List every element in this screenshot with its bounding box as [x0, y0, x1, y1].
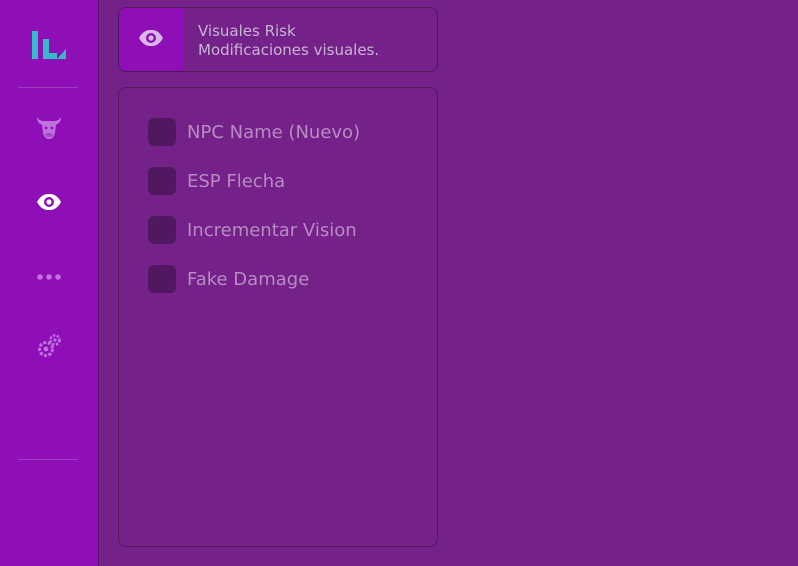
sidebar-divider-top [18, 87, 78, 88]
option-label: Fake Damage [187, 268, 310, 290]
checkbox[interactable] [148, 265, 176, 293]
section-subtitle: Modificaciones visuales. [198, 41, 380, 59]
option-label: ESP Flecha [187, 170, 286, 192]
checkbox[interactable] [148, 216, 176, 244]
sidebar-item-visuals[interactable] [0, 184, 98, 224]
bull-icon [35, 115, 63, 145]
checkbox[interactable] [148, 118, 176, 146]
sidebar-item-settings[interactable] [0, 328, 98, 368]
sidebar-item-more[interactable] [0, 255, 98, 295]
option-label: NPC Name (Nuevo) [187, 121, 361, 143]
option-incrementar-vision[interactable]: Incrementar Vision [148, 215, 357, 245]
option-esp-flecha[interactable]: ESP Flecha [148, 166, 285, 196]
option-label: Incrementar Vision [187, 219, 357, 241]
sidebar-divider-bottom [18, 459, 78, 460]
header-icon-box [119, 8, 183, 71]
option-npc-name[interactable]: NPC Name (Nuevo) [148, 117, 360, 147]
checkbox[interactable] [148, 167, 176, 195]
sidebar [0, 0, 99, 566]
options-panel: NPC Name (Nuevo) ESP Flecha Incrementar … [118, 87, 438, 547]
eye-icon [138, 29, 164, 51]
option-fake-damage[interactable]: Fake Damage [148, 264, 309, 294]
section-title: Visuales Risk [198, 22, 296, 40]
section-header-card: Visuales Risk Modificaciones visuales. [118, 7, 438, 72]
eye-icon [36, 193, 62, 215]
more-dots-icon [36, 266, 62, 285]
gears-icon [36, 333, 62, 363]
sidebar-item-bull[interactable] [0, 110, 98, 150]
logo-icon [0, 25, 98, 65]
